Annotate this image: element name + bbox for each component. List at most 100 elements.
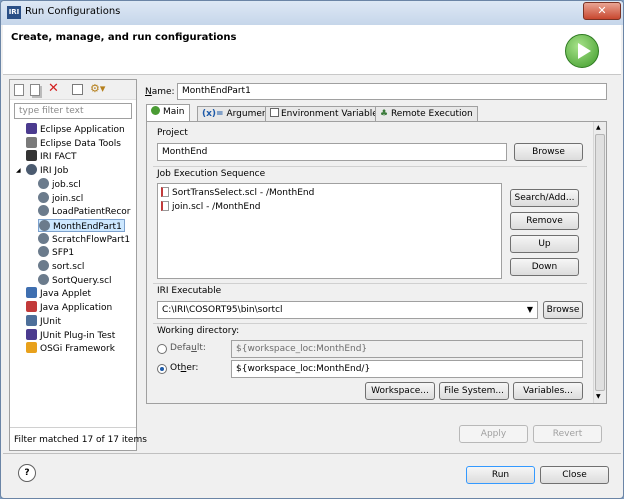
run-button[interactable]: Run [466,466,535,484]
title-bar[interactable]: IRI Run Configurations ✕ [1,1,623,25]
executable-combo[interactable]: C:\IRI\COSORT95\bin\sortcl ▼ [157,301,538,319]
tree-item[interactable]: sort.scl [38,260,84,273]
filter-icon[interactable]: ⚙▾ [90,82,105,95]
header-title: Create, manage, and run configurations [11,32,237,43]
up-button[interactable]: Up [510,235,579,253]
search-add-button[interactable]: Search/Add... [510,189,579,207]
run-configurations-window: IRI Run Configurations ✕ Create, manage,… [0,0,624,499]
panel-sash[interactable] [139,79,142,451]
tree-item[interactable]: join.scl [38,191,83,205]
tree-item-label: Eclipse Data Tools [40,138,121,149]
tree-item-label: sort.scl [52,262,85,272]
scl-file-icon [161,201,169,211]
variables-button[interactable]: Variables... [513,382,583,400]
tree-item[interactable]: ◢ IRI Job [16,164,69,177]
tree-item-label: Java Applet [40,289,92,300]
browse-project-button[interactable]: Browse [514,143,583,161]
name-field[interactable]: MonthEndPart1 [177,83,607,100]
sequence-item-label: SortTransSelect.scl - /MonthEnd [172,188,315,198]
project-field[interactable]: MonthEnd [157,143,507,161]
tree-item[interactable]: Eclipse Data Tools [26,136,121,150]
default-radio[interactable] [157,344,167,354]
window-close-button[interactable]: ✕ [583,2,621,20]
apply-button[interactable]: Apply [459,425,528,443]
config-list-panel: ✕ ⚙▾ type filter text Eclipse Applicatio… [9,79,147,451]
vertical-scrollbar[interactable]: ▲ ▼ [593,122,606,403]
close-button[interactable]: Close [540,466,609,484]
browse-executable-button[interactable]: Browse [543,301,583,319]
down-button[interactable]: Down [510,258,579,276]
tab-environment-label: Environment Variables [281,109,383,119]
chevron-down-icon[interactable]: ▼ [527,302,533,318]
working-directory-label: Working directory: [157,326,240,336]
delete-icon[interactable]: ✕ [48,81,59,96]
list-item[interactable]: join.scl - /MonthEnd [161,201,261,212]
java-app-icon [26,301,37,313]
tree-item[interactable]: IRI FACT [26,150,77,163]
project-label: Project [157,128,188,138]
tree-item[interactable]: Java Applet [26,287,91,300]
tab-environment[interactable]: Environment Variables [265,106,388,122]
config-toolbar: ✕ ⚙▾ [10,80,136,100]
sequence-label: Job Execution Sequence [157,169,266,179]
new-config-icon[interactable] [14,84,24,96]
junit-icon [26,314,37,326]
tree-item-label: ScratchFlowPart1 [52,234,131,245]
remove-button[interactable]: Remove [510,212,579,230]
scroll-up-arrow[interactable]: ▲ [596,124,601,131]
iri-fact-icon [26,150,37,162]
workspace-button[interactable]: Workspace... [365,382,435,400]
tree-item-label: IRI Job [40,166,69,177]
iri-app-icon: IRI [7,6,21,19]
tree-item-label: LoadPatientRecor [52,207,131,218]
collapse-all-icon[interactable] [72,84,83,95]
tree-item-label: Eclipse Application [40,125,125,135]
duplicate-icon[interactable] [30,84,40,96]
name-label: Name: [145,87,175,97]
filter-status: Filter matched 17 of 17 items [14,435,147,445]
tree-item[interactable]: Eclipse Application [26,123,125,136]
tree-item-label: IRI FACT [40,152,77,163]
tree-item[interactable]: MonthEndPart1 [38,218,125,232]
tree-item[interactable]: LoadPatientRecor [38,205,130,218]
scl-icon [38,246,49,258]
help-button[interactable]: ? [18,464,36,482]
tree-item[interactable]: ScratchFlowPart1 [38,232,131,246]
executable-separator [153,323,587,324]
data-tools-icon [26,136,37,148]
tree-item[interactable]: OSGi Framework [26,342,115,355]
other-radio[interactable] [157,364,167,374]
junit-plugin-icon [26,328,37,340]
tree-item-label: SFP1 [52,248,75,259]
scl-icon [39,219,50,231]
revert-button[interactable]: Revert [533,425,602,443]
tree-item-label: JUnit [40,316,61,327]
sequence-list[interactable]: SortTransSelect.scl - /MonthEnd join.scl… [157,183,502,279]
run-icon [565,34,599,68]
file-system-button[interactable]: File System... [439,382,509,400]
iri-job-icon [26,164,37,176]
dialog-header: Create, manage, and run configurations [3,25,621,75]
arguments-icon: (x)= [202,109,224,119]
tree-item[interactable]: Java Application [26,301,112,314]
scl-icon [38,260,49,271]
filter-input[interactable]: type filter text [14,103,132,119]
list-item[interactable]: SortTransSelect.scl - /MonthEnd [161,187,314,198]
scroll-thumb[interactable] [595,134,605,391]
executable-value: C:\IRI\COSORT95\bin\sortcl [162,305,283,315]
expand-arrow-icon[interactable]: ◢ [16,164,21,177]
other-directory-field[interactable]: ${workspace_loc:MonthEnd/} [231,360,583,378]
tree-item[interactable]: JUnit Plug-in Test [26,328,115,342]
tree-item[interactable]: SFP1 [38,246,74,259]
tab-main[interactable]: Main [146,104,190,122]
tree-item[interactable]: SortQuery.scl [38,273,112,287]
main-tab-body: Project MonthEnd Browse Job Execution Se… [146,121,607,404]
tab-remote-execution[interactable]: ♣ Remote Execution [375,106,478,122]
tree-item[interactable]: job.scl [38,177,81,191]
tree-item[interactable]: JUnit [26,314,61,328]
tree-item-label: Java Application [40,303,113,314]
java-applet-icon [26,287,37,299]
scroll-down-arrow[interactable]: ▼ [596,393,601,400]
scl-file-icon [161,187,169,197]
scl-icon [38,177,49,189]
